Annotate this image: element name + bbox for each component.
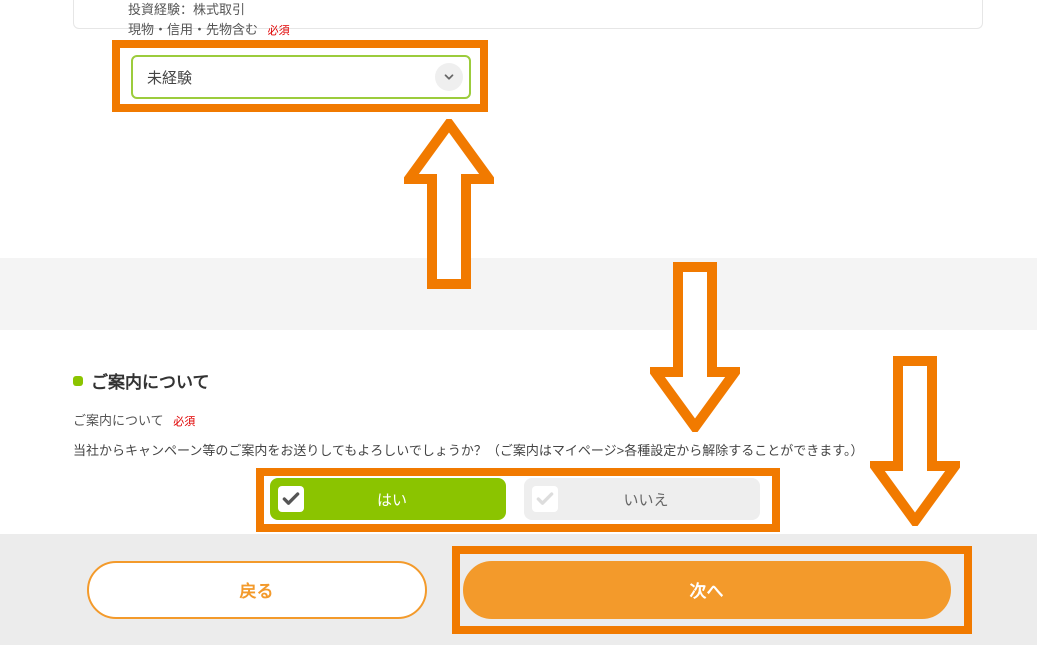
choice-yes-label: はい	[312, 489, 506, 510]
arrow-up-icon	[404, 119, 494, 289]
required-badge: 必須	[268, 25, 290, 37]
back-button[interactable]: 戻る	[87, 561, 427, 619]
required-badge-2: 必須	[173, 416, 195, 428]
chevron-down-icon	[435, 63, 463, 91]
experience-dropdown-wrap: 未経験	[131, 55, 471, 99]
form-card: 投資経験：株式取引 現物・信用・先物含む 必須	[73, 0, 983, 29]
info-section-heading: ご案内について	[73, 368, 210, 393]
check-icon	[278, 486, 304, 512]
bullet-icon	[73, 376, 83, 386]
choice-no-label: いいえ	[566, 489, 760, 510]
info-sub-label: ご案内について 必須	[73, 410, 195, 429]
experience-dropdown-value: 未経験	[147, 67, 192, 88]
check-icon-unchecked	[532, 486, 558, 512]
arrow-down-icon-1	[650, 262, 740, 432]
back-button-label: 戻る	[240, 577, 274, 602]
experience-dropdown[interactable]: 未経験	[131, 55, 471, 99]
separator-strip	[0, 258, 1037, 330]
info-sub-label-text: ご案内について	[73, 413, 164, 428]
experience-label-line2: 現物・信用・先物含む	[128, 22, 258, 37]
yes-no-group: はい いいえ	[270, 478, 760, 520]
info-heading-text: ご案内について	[91, 368, 210, 393]
next-button-label: 次へ	[690, 577, 724, 602]
next-button[interactable]: 次へ	[463, 561, 951, 619]
experience-label: 投資経験：株式取引 現物・信用・先物含む 必須	[128, 0, 290, 39]
footer-bar: 戻る 次へ	[0, 534, 1037, 645]
choice-no[interactable]: いいえ	[524, 478, 760, 520]
info-description: 当社からキャンペーン等のご案内をお送りしてもよろしいでしょうか？（ご案内はマイペ…	[73, 440, 863, 459]
choice-yes[interactable]: はい	[270, 478, 506, 520]
experience-label-line1: 投資経験：株式取引	[128, 2, 245, 17]
arrow-down-icon-2	[870, 356, 960, 526]
